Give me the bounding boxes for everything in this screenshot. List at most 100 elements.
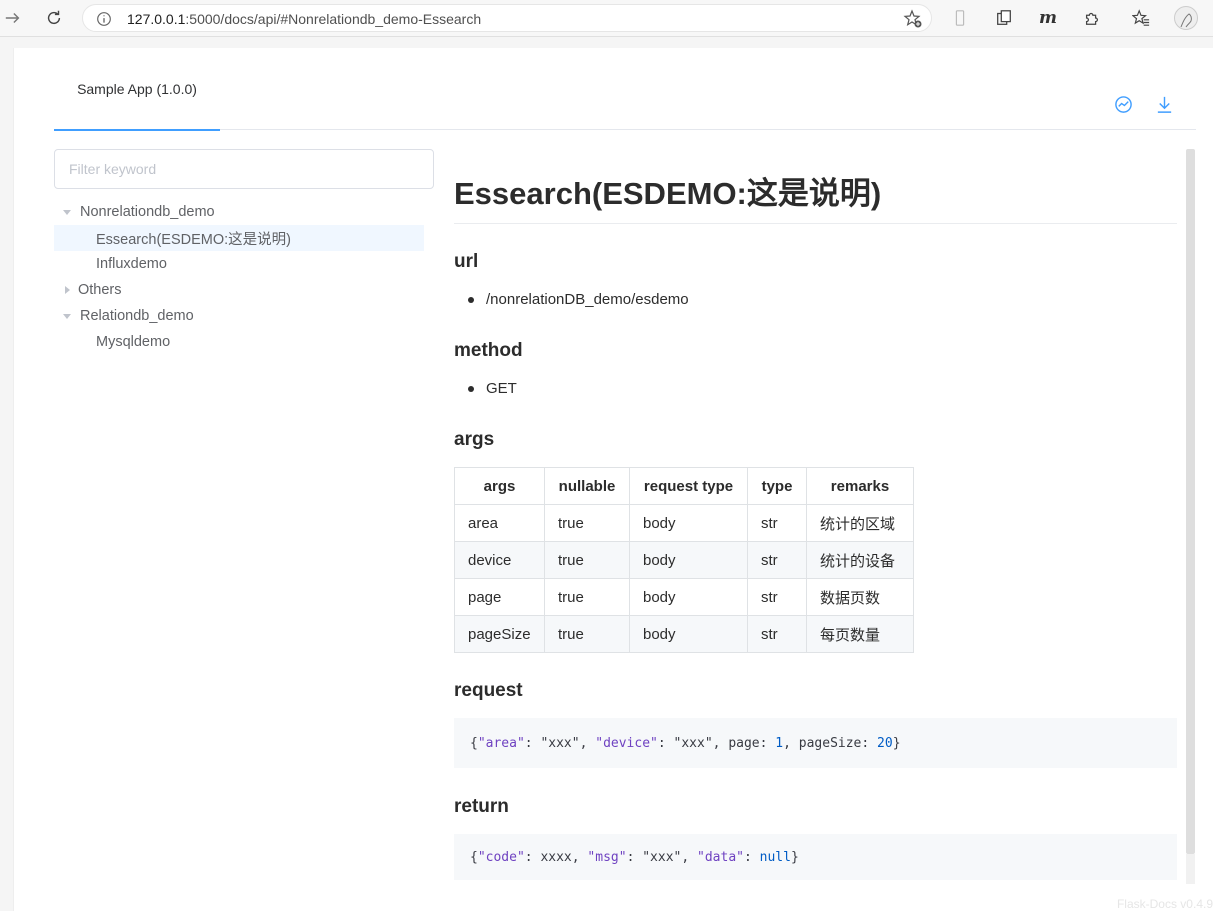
request-heading: request [454,680,523,701]
add-favorite-icon[interactable] [903,9,923,29]
code-token: null [759,849,791,865]
tab-bar: Sample App (1.0.0) [54,48,1196,131]
code-token: : "xxx", [626,849,698,865]
tree-item-mysqldemo[interactable]: Mysqldemo [54,329,424,355]
tree-group-label: Nonrelationdb_demo [80,204,215,220]
table-cell: str [747,504,807,542]
tree-item-label: Influxdemo [96,256,167,272]
column-header: args [454,467,545,505]
table-cell: body [629,541,748,579]
profile-avatar[interactable] [1174,6,1198,30]
method-value: GET [468,380,517,397]
caret-down-icon[interactable] [63,313,71,319]
docs-page: Sample App (1.0.0) Nonrelationdb_demo Es… [13,48,1213,911]
table-cell: 统计的区域 [806,504,914,542]
column-header: nullable [544,467,630,505]
code-token: } [790,849,799,865]
return-code-block: {"code": xxxx, "msg": "xxx", "data": nul… [454,834,1177,880]
table-cell: str [747,541,807,579]
tab-sample-app[interactable]: Sample App (1.0.0) [54,48,220,131]
table-cell: page [454,578,545,616]
code-token: 1 [775,735,784,751]
favorites-icon[interactable] [1130,7,1152,29]
code-token: : "xxx", [524,735,596,751]
args-table: args nullable request type type remarks … [454,467,914,653]
content-scrollbar-track[interactable] [1186,854,1195,884]
table-cell: true [544,615,630,653]
api-detail: Essearch(ESDEMO:这是说明) url /nonrelationDB… [454,148,1177,911]
filter-keyword-input[interactable] [54,149,434,189]
code-token: { [470,735,478,751]
table-cell: body [629,504,748,542]
code-token: "data" [697,849,744,865]
url-value: /nonrelationDB_demo/esdemo [468,291,689,308]
table-cell: true [544,504,630,542]
table-row: page true body str 数据页数 [454,578,914,616]
code-token: "code" [477,849,525,865]
tree-item-label: Mysqldemo [96,334,171,350]
args-heading: args [454,429,495,450]
browser-toolbar: 127.0.0.1:5000/docs/api/#Nonrelationdb_d… [0,0,1213,37]
request-code-block: {"area": "xxx", "device": "xxx", page: 1… [454,718,1177,768]
page-title: Essearch(ESDEMO:这是说明) [454,175,1177,224]
method-text: GET [486,380,517,397]
code-token: , pageSize: [783,735,878,751]
table-cell: true [544,578,630,616]
url-heading: url [454,251,479,272]
table-cell: device [454,541,545,579]
tree-group-label: Relationdb_demo [80,308,194,324]
table-cell: body [629,578,748,616]
chart-trend-icon[interactable] [1113,94,1133,114]
url-text[interactable]: 127.0.0.1:5000/docs/api/#Nonrelationdb_d… [127,11,481,27]
extension-m-icon[interactable]: m [1037,7,1059,29]
code-token: "device" [595,735,658,751]
api-tree: Nonrelationdb_demo Essearch(ESDEMO:这是说明)… [54,199,424,355]
column-header: remarks [806,467,914,505]
code-token: : [743,849,760,865]
method-heading: method [454,340,523,361]
download-icon[interactable] [1154,94,1174,114]
code-token: : xxxx, [524,849,588,865]
table-header-row: args nullable request type type remarks [454,467,914,505]
tree-group-nonrelationdb-demo[interactable]: Nonrelationdb_demo [54,199,424,225]
caret-down-icon[interactable] [63,209,71,215]
content-scrollbar-thumb[interactable] [1186,149,1195,854]
tree-item-label: Essearch(ESDEMO:这是说明) [96,231,291,248]
table-cell: str [747,578,807,616]
reload-icon[interactable] [41,6,67,30]
code-token: 20 [877,735,893,751]
column-header: request type [629,467,748,505]
code-token: { [470,849,478,865]
tree-item-essearch[interactable]: Essearch(ESDEMO:这是说明) [54,225,424,251]
tree-group-relationdb-demo[interactable]: Relationdb_demo [54,303,424,329]
phone-icon[interactable] [949,7,971,29]
tree-item-influxdemo[interactable]: Influxdemo [54,251,424,277]
code-token: } [892,735,901,751]
table-row: pageSize true body str 每页数量 [454,615,914,653]
collections-icon[interactable] [993,7,1015,29]
caret-right-icon[interactable] [65,286,70,294]
table-cell: area [454,504,545,542]
footer-brand: Flask-Docs v0.4.9 [1116,897,1213,911]
tree-group-label: Others [78,282,122,298]
address-bar[interactable]: 127.0.0.1:5000/docs/api/#Nonrelationdb_d… [82,4,932,32]
table-cell: 每页数量 [806,615,914,653]
table-cell: pageSize [454,615,545,653]
table-cell: str [747,615,807,653]
code-token: : "xxx", page: [657,735,776,751]
table-cell: 统计的设备 [806,541,914,579]
table-cell: 数据页数 [806,578,914,616]
extensions-puzzle-icon[interactable] [1081,7,1103,29]
code-token: "area" [477,735,525,751]
table-row: area true body str 统计的区域 [454,504,914,542]
column-header: type [747,467,807,505]
info-icon[interactable] [95,10,113,28]
url-text: /nonrelationDB_demo/esdemo [486,291,689,308]
return-heading: return [454,796,509,817]
code-token: "msg" [587,849,627,865]
tree-group-others[interactable]: Others [54,277,424,303]
forward-icon[interactable] [0,6,26,30]
table-cell: body [629,615,748,653]
table-cell: true [544,541,630,579]
table-row: device true body str 统计的设备 [454,541,914,579]
